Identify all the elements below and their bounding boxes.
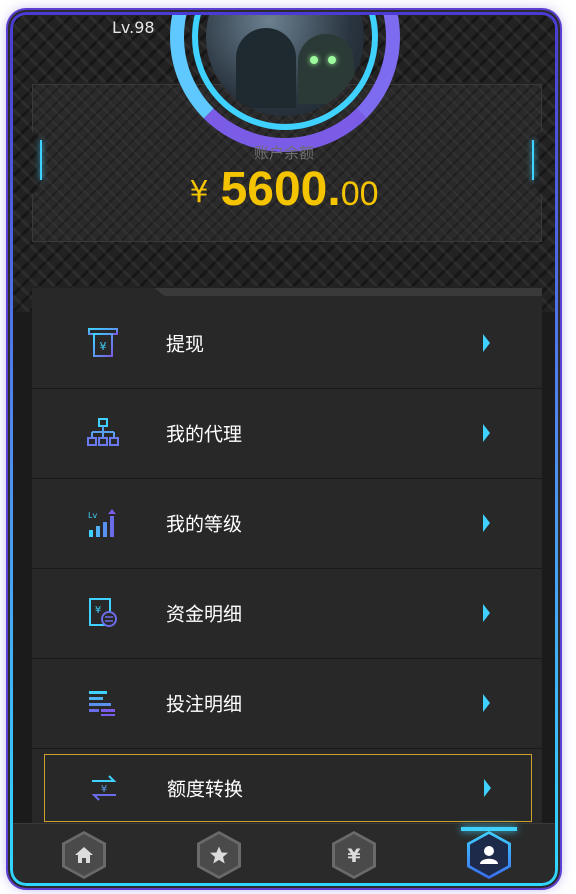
svg-text:¥: ¥: [101, 784, 107, 795]
bet-list-icon: [89, 691, 115, 716]
balance-label: 账户余额: [253, 144, 314, 162]
menu-item-my-agent[interactable]: 我的代理: [32, 388, 542, 479]
star-icon: [210, 846, 228, 864]
panel-side-light: [40, 140, 42, 180]
tab-profile[interactable]: [461, 827, 517, 879]
active-tab-indicator: [461, 827, 517, 831]
menu-item-fund-details[interactable]: ¥ 资金明细: [32, 568, 542, 659]
menu-item-label: 提现: [166, 333, 205, 356]
avatar-figure: [298, 34, 354, 104]
menu-item-my-level[interactable]: Lv 我的等级: [32, 478, 542, 569]
tab-finance[interactable]: ¥: [332, 831, 376, 879]
svg-text:¥: ¥: [95, 605, 101, 616]
tab-home[interactable]: [62, 831, 106, 879]
panel-side-light: [532, 140, 534, 180]
atm-withdraw-icon: ¥: [88, 328, 118, 357]
level-text: Lv.98: [112, 18, 155, 37]
menu-item-quota-transfer[interactable]: ¥ 额度转换: [44, 754, 532, 822]
avatar-eye: [310, 56, 318, 64]
level-bars-icon: Lv: [88, 509, 116, 537]
menu-top-edge: [32, 288, 542, 296]
menu-item-label: 资金明细: [166, 603, 243, 626]
menu-item-label: 我的代理: [166, 423, 243, 446]
balance-decimal: 00: [340, 175, 379, 213]
yen-icon: ¥: [347, 845, 360, 865]
org-chart-icon: [87, 418, 119, 446]
avatar-eye: [328, 56, 336, 64]
home-icon: [75, 847, 93, 863]
avatar-ring[interactable]: [170, 12, 400, 152]
chevron-right-icon: [483, 424, 490, 442]
bottom-tab-bar: ¥: [10, 823, 558, 886]
avatar-figure: [236, 28, 296, 108]
currency-exchange-icon: ¥: [91, 775, 117, 801]
menu-item-label: 我的等级: [166, 513, 243, 536]
menu-item-withdraw[interactable]: ¥ 提现: [32, 298, 542, 389]
svg-text:Lv: Lv: [88, 511, 97, 520]
menu-item-label: 投注明细: [166, 693, 243, 716]
chevron-right-icon: [483, 334, 490, 352]
chevron-right-icon: [483, 694, 490, 712]
user-icon: [480, 846, 498, 864]
chevron-right-icon: [483, 604, 490, 622]
svg-text:¥: ¥: [347, 845, 360, 865]
app-frame: Lv.98 账户余额 ¥5600.00 ¥ 提现 我的代理 Lv 我的等级 ¥ …: [10, 12, 558, 886]
tab-favorites[interactable]: [197, 831, 241, 879]
account-menu: ¥ 提现 我的代理 Lv 我的等级 ¥ 资金明细 投注明细 ¥ 额度转换: [32, 288, 542, 826]
chevron-right-icon: [483, 514, 490, 532]
svg-text:¥: ¥: [100, 340, 107, 353]
balance-integer: 5600.: [220, 163, 341, 216]
menu-item-bet-details[interactable]: 投注明细: [32, 658, 542, 749]
fund-details-icon: ¥: [89, 598, 117, 627]
chevron-right-icon: [484, 779, 491, 797]
currency-symbol: ¥: [189, 174, 209, 210]
menu-item-label: 额度转换: [167, 778, 244, 801]
balance-amount: ¥5600.00: [10, 162, 558, 217]
